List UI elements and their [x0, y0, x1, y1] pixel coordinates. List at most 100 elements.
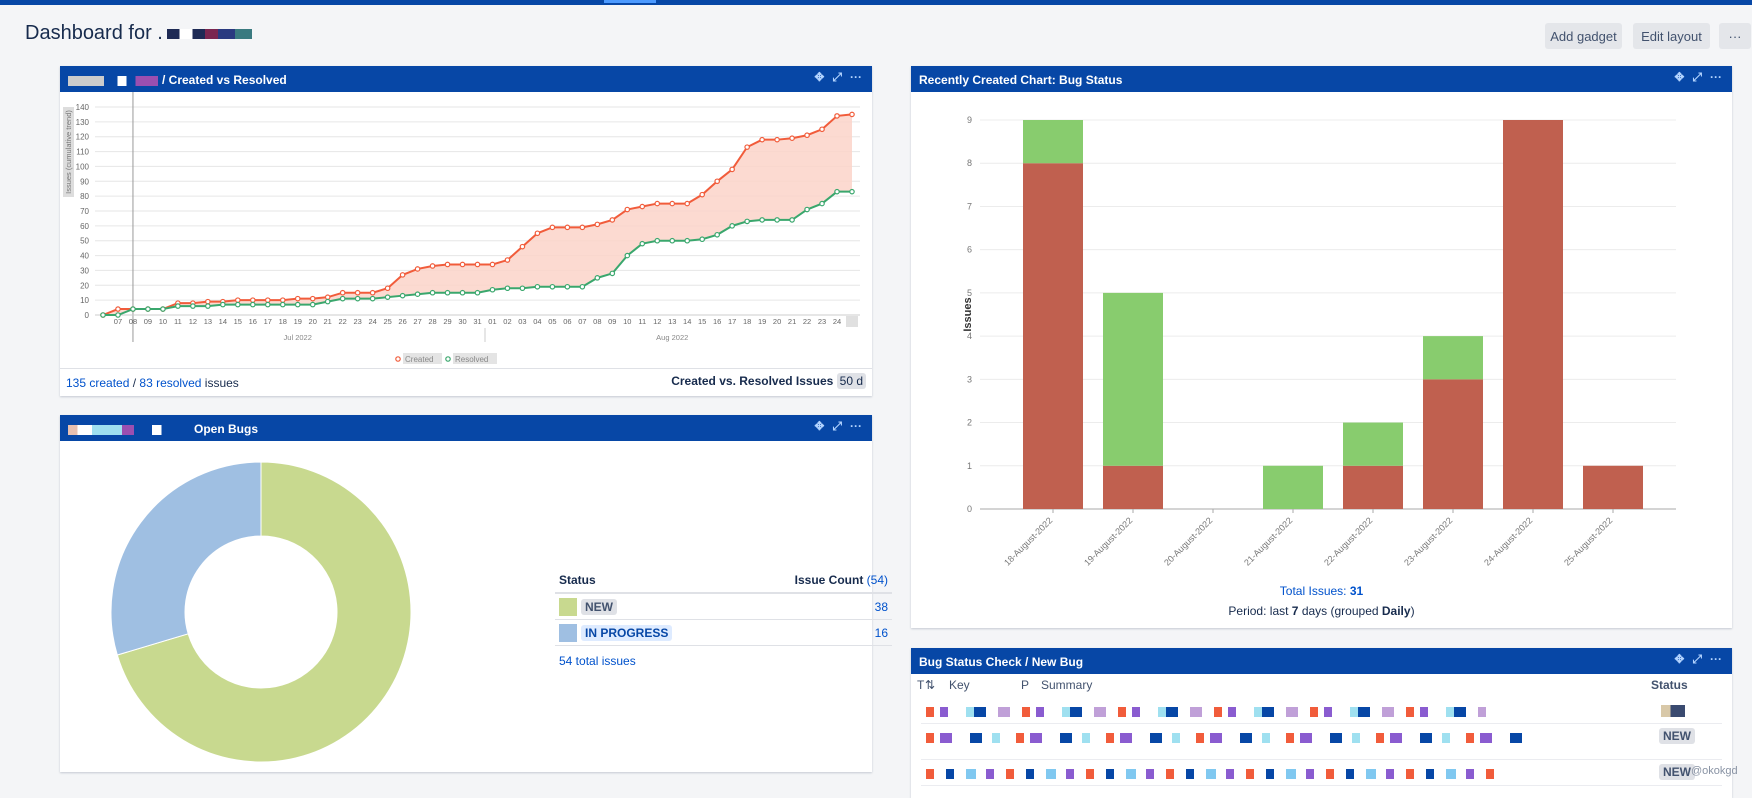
data-point [340, 296, 344, 300]
status-lozenge[interactable]: IN PROGRESS [581, 625, 672, 641]
legend-swatch [559, 624, 577, 642]
data-point [760, 218, 764, 222]
data-point [430, 291, 434, 295]
move-icon[interactable]: ✥ [814, 70, 824, 85]
x-tick-label: 09 [608, 317, 616, 326]
status-lozenge[interactable]: NEW [1659, 764, 1695, 780]
redacted-row-content [926, 769, 1506, 779]
x-tick-label: 13 [668, 317, 676, 326]
x-tick-label: 07 [114, 317, 122, 326]
x-tick-label: 15 [234, 317, 242, 326]
edit-layout-button[interactable]: Edit layout [1633, 23, 1710, 49]
data-point [400, 293, 404, 297]
data-point [715, 179, 719, 183]
issue-count-link[interactable]: 16 [875, 626, 888, 640]
data-point [296, 296, 300, 300]
status-table: StatusIssue Count (54) NEW38 IN PROGRESS… [555, 568, 892, 676]
table-row[interactable]: NEW [921, 726, 1722, 760]
column-priority[interactable]: P [1021, 678, 1029, 692]
table-row[interactable] [921, 700, 1722, 724]
x-tick-label: 16 [249, 317, 257, 326]
open-bugs-donut-chart [60, 441, 480, 771]
y-tick-label: 70 [80, 207, 89, 216]
add-gadget-button[interactable]: Add gadget [1545, 23, 1622, 49]
data-point [340, 291, 344, 295]
data-point [460, 262, 464, 266]
x-tick-label: 18 [279, 317, 287, 326]
data-point [311, 296, 315, 300]
x-tick-label: 24 [368, 317, 376, 326]
data-point [146, 307, 150, 311]
data-point [355, 296, 359, 300]
x-tick-label: 05 [548, 317, 556, 326]
gadget-menu-icon[interactable]: ··· [850, 70, 862, 85]
column-key[interactable]: Key [949, 678, 970, 692]
y-tick-label: 30 [80, 266, 89, 275]
data-point [490, 262, 494, 266]
expand-icon[interactable]: ⤢ [832, 70, 842, 85]
top-nav-bar [0, 0, 1752, 5]
bar-segment [1103, 293, 1163, 466]
sort-icon[interactable]: ⇅ [925, 678, 935, 692]
y-tick-label: 4 [967, 331, 972, 341]
y-tick-label: 130 [76, 118, 90, 127]
gadget-menu-icon[interactable]: ··· [1710, 70, 1722, 85]
table-row[interactable]: NEW@okokgd [921, 762, 1722, 786]
x-tick-label: 08 [593, 317, 601, 326]
column-type[interactable]: T [917, 678, 924, 692]
move-icon[interactable]: ✥ [814, 419, 824, 434]
x-tick-label: 26 [398, 317, 406, 326]
resolved-link[interactable]: 83 resolved [139, 376, 201, 390]
data-point [655, 201, 659, 205]
x-tick-label: 16 [713, 317, 721, 326]
y-tick-label: 120 [76, 133, 90, 142]
period-badge: 50 d [837, 373, 866, 389]
page-title: Dashboard for . [25, 22, 252, 45]
more-actions-button[interactable]: ··· [1719, 23, 1751, 49]
gadget-menu-icon[interactable]: ··· [850, 419, 862, 434]
gadget-header: Bug Status Check / New Bug ✥⤢··· [911, 648, 1732, 674]
move-icon[interactable]: ✥ [1674, 652, 1684, 667]
data-point [820, 127, 824, 131]
move-icon[interactable]: ✥ [1674, 70, 1684, 85]
column-summary[interactable]: Summary [1041, 678, 1092, 692]
total-issues-link[interactable]: 54 total issues [559, 654, 636, 668]
footer-title: Created vs. Resolved Issues [671, 374, 833, 388]
data-point [131, 307, 135, 311]
x-tick-label: 25 [383, 317, 391, 326]
legend-label: Resolved [455, 355, 488, 364]
x-tick-label: 04 [533, 317, 541, 326]
y-tick-label: 2 [967, 418, 972, 428]
data-point [385, 295, 389, 299]
data-point [161, 307, 165, 311]
legend-marker [396, 357, 400, 361]
gadget-menu-icon[interactable]: ··· [1710, 652, 1722, 667]
column-status[interactable]: Status [1651, 678, 1688, 692]
x-tick-label: 13 [204, 317, 212, 326]
y-tick-label: 140 [76, 103, 90, 112]
status-lozenge[interactable]: NEW [1659, 728, 1695, 744]
data-point [355, 291, 359, 295]
data-point [790, 136, 794, 140]
x-tick-label: 22 [339, 317, 347, 326]
expand-icon[interactable]: ⤢ [832, 419, 842, 434]
x-tick-label: 30 [458, 317, 466, 326]
y-tick-label: 100 [76, 162, 90, 171]
y-tick-label: 5 [967, 288, 972, 298]
created-link[interactable]: 135 created [66, 376, 129, 390]
x-tick-label: 28 [428, 317, 436, 326]
data-point [700, 192, 704, 196]
data-point [580, 285, 584, 289]
data-point [101, 313, 105, 317]
status-lozenge[interactable]: NEW [581, 599, 617, 615]
issue-count-link[interactable]: 38 [875, 600, 888, 614]
y-axis-label: Issues (cumulative trend) [64, 110, 73, 194]
expand-icon[interactable]: ⤢ [1692, 652, 1702, 667]
x-tick-label: 18-August-2022 [1002, 515, 1054, 567]
data-point [760, 137, 764, 141]
gadget-footer: 135 created / 83 resolved issues Created… [60, 368, 872, 396]
expand-icon[interactable]: ⤢ [1692, 70, 1702, 85]
recently-created-gadget: Recently Created Chart: Bug Status ✥⤢···… [911, 66, 1732, 628]
x-tick-label: 07 [578, 317, 586, 326]
issue-table-header: T ⇅ Key P Summary Status [911, 678, 1732, 696]
